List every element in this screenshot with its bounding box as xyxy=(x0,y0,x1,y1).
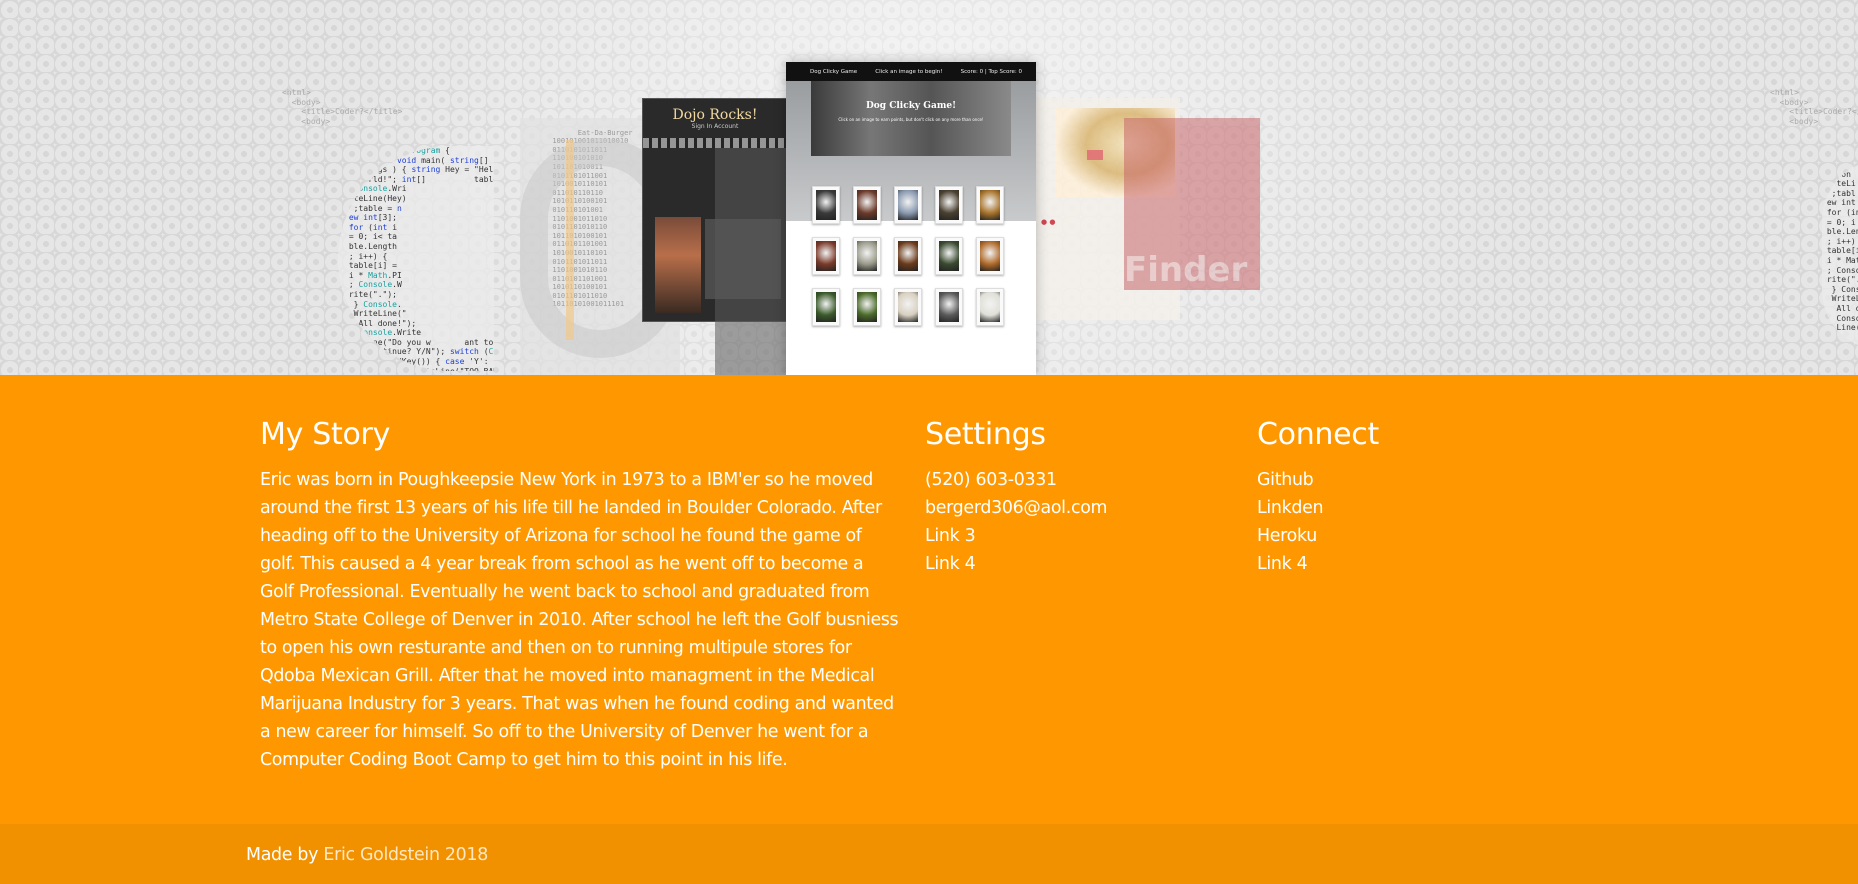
ring-button xyxy=(1087,150,1103,160)
slide-dog-clicky-game[interactable]: Dog Clicky Game Click an image to begin!… xyxy=(786,62,1036,375)
dog-game-subtitle: Click on an image to earn points, but do… xyxy=(838,117,984,122)
dog-photo xyxy=(816,241,836,271)
dog-image-tile[interactable] xyxy=(812,288,840,326)
dog-photo xyxy=(980,241,1000,271)
settings-column: Settings (520) 603-0331 bergerd306@aol.c… xyxy=(925,417,1225,578)
settings-link-3[interactable]: Link 3 xyxy=(925,522,1225,550)
connect-links: Github Linkden Heroku Link 4 xyxy=(1257,466,1557,578)
dog-photo xyxy=(857,190,877,220)
dog-image-tile[interactable] xyxy=(894,186,922,224)
dog-image-tile[interactable] xyxy=(853,288,881,326)
dog-jumbotron: Dog Clicky Game! Click on an image to ea… xyxy=(811,81,1011,156)
dog-image-tile[interactable] xyxy=(812,186,840,224)
footer-credit: Made by Eric Goldstein 2018 xyxy=(246,845,488,865)
dog-image-tile[interactable] xyxy=(935,288,963,326)
dog-jumbotron-area: Dog Clicky Game! Click on an image to ea… xyxy=(786,81,1036,326)
my-story-text: Eric was born in Poughkeepsie New York i… xyxy=(260,470,899,770)
dog-photo xyxy=(939,292,959,322)
connect-heading: Connect xyxy=(1257,417,1379,452)
ghost-code-right: <html> <body> <title>Coder?</title> <bod… xyxy=(1770,88,1858,126)
dog-image-tile[interactable] xyxy=(894,237,922,275)
dog-image-tile[interactable] xyxy=(853,237,881,275)
slide-accent-strip xyxy=(566,140,574,340)
dog-photo xyxy=(857,241,877,271)
project-carousel[interactable]: <html> <body> <title>Coder?</title> <bod… xyxy=(0,0,1858,375)
dog-image-tile[interactable] xyxy=(935,237,963,275)
connect-column: Connect Github Linkden Heroku Link 4 xyxy=(1257,417,1557,578)
dog-photo xyxy=(816,190,836,220)
linkedin-link[interactable]: Linkden xyxy=(1257,494,1557,522)
slide-finder[interactable]: Finder xyxy=(1124,118,1260,290)
dog-photo xyxy=(980,292,1000,322)
page-footer: Made by Eric Goldstein 2018 xyxy=(0,824,1858,884)
dog-image-tile[interactable] xyxy=(853,186,881,224)
dog-photo xyxy=(898,190,918,220)
dog-image-tile[interactable] xyxy=(935,186,963,224)
dog-game-title: Dog Clicky Game! xyxy=(865,101,957,111)
dog-photo xyxy=(939,190,959,220)
dog-nav-score: Score: 0 | Top Score: 0 xyxy=(960,68,1022,75)
dojo-banner xyxy=(643,138,787,148)
ring-text: ● ● xyxy=(1041,218,1056,226)
dog-photo xyxy=(898,241,918,271)
code-slide-csharp-right[interactable]: Con teLi ;tabl ew int for (in = 0; i ble… xyxy=(1822,160,1858,350)
finder-label: Finder xyxy=(1124,250,1248,290)
dog-photo xyxy=(898,292,918,322)
dog-photo xyxy=(857,292,877,322)
dojo-photo xyxy=(655,217,701,313)
code-slide-csharp[interactable]: class Program { static void main( string… xyxy=(338,146,494,371)
dojo-subtitle: Sign In Account xyxy=(691,123,739,130)
dog-image-tile[interactable] xyxy=(976,288,1004,326)
ghost-code-left: <html> <body> <title>Coder?</title> <bod… xyxy=(282,88,402,126)
footer-author-link[interactable]: Eric Goldstein 2018 xyxy=(323,845,488,865)
phone-link[interactable]: (520) 603-0331 xyxy=(925,466,1225,494)
my-story-column: My Story Eric was born in Poughkeepsie N… xyxy=(260,417,900,774)
connect-link-4[interactable]: Link 4 xyxy=(1257,550,1557,578)
dog-nav-prompt: Click an image to begin! xyxy=(875,68,943,75)
github-link[interactable]: Github xyxy=(1257,466,1557,494)
dog-image-tile[interactable] xyxy=(894,288,922,326)
heroku-link[interactable]: Heroku xyxy=(1257,522,1557,550)
settings-links: (520) 603-0331 bergerd306@aol.com Link 3… xyxy=(925,466,1225,578)
settings-link-4[interactable]: Link 4 xyxy=(925,550,1225,578)
dog-nav-brand[interactable]: Dog Clicky Game xyxy=(810,69,857,75)
dog-image-tile[interactable] xyxy=(976,237,1004,275)
dog-navbar: Dog Clicky Game Click an image to begin!… xyxy=(786,62,1036,81)
dog-photo xyxy=(980,190,1000,220)
about-section: My Story Eric was born in Poughkeepsie N… xyxy=(0,375,1858,824)
dog-photo xyxy=(816,292,836,322)
dog-image-grid xyxy=(812,186,1012,326)
dog-photo xyxy=(939,241,959,271)
settings-heading: Settings xyxy=(925,417,1046,452)
email-link[interactable]: bergerd306@aol.com xyxy=(925,494,1225,522)
dojo-title: Dojo Rocks! xyxy=(672,107,758,123)
dog-image-tile[interactable] xyxy=(976,186,1004,224)
my-story-heading: My Story xyxy=(260,417,391,452)
dog-image-tile[interactable] xyxy=(812,237,840,275)
footer-made-by: Made by xyxy=(246,845,319,865)
